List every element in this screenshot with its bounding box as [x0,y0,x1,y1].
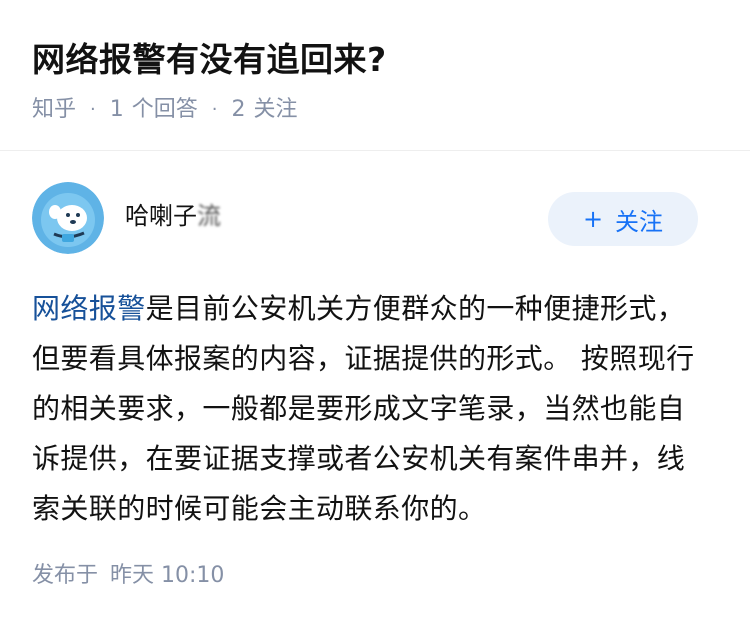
avatar[interactable] [32,182,104,254]
answer-text: 是目前公安机关方便群众的一种便捷形式，但要看具体报案的内容，证据提供的形式。 按… [32,292,695,525]
divider [0,150,750,151]
follow-button[interactable]: + 关注 [548,192,698,246]
question-title[interactable]: 网络报警有没有追回来? [32,32,387,88]
author-name-blurred: 流 [197,202,221,230]
follower-count: 2 [231,97,246,122]
plus-icon: + [582,205,604,233]
source-label[interactable]: 知乎 [32,90,76,130]
answer-link[interactable]: 网络报警 [32,292,146,325]
separator-dot: · [211,99,218,120]
author-name[interactable]: 哈喇子流 [125,196,221,236]
avatar-image [32,182,104,254]
follower-count-label[interactable]: 关注 [254,90,298,130]
answer-count-label[interactable]: 个回答 [132,90,198,130]
separator-dot: · [90,99,96,120]
author-name-text: 哈喇子 [125,202,197,230]
follow-label: 关注 [615,207,664,236]
answer-count: 1 [109,97,124,122]
publish-time: 发布于 昨天 10:10 [32,556,236,596]
question-meta: 知乎 · 1 个回答 · 2 关注 [32,90,298,130]
answer-body: 网络报警是目前公安机关方便群众的一种便捷形式，但要看具体报案的内容，证据提供的形… [32,284,712,534]
publish-label: 发布于 [32,563,99,588]
publish-timestamp: 昨天 10:10 [110,563,225,588]
